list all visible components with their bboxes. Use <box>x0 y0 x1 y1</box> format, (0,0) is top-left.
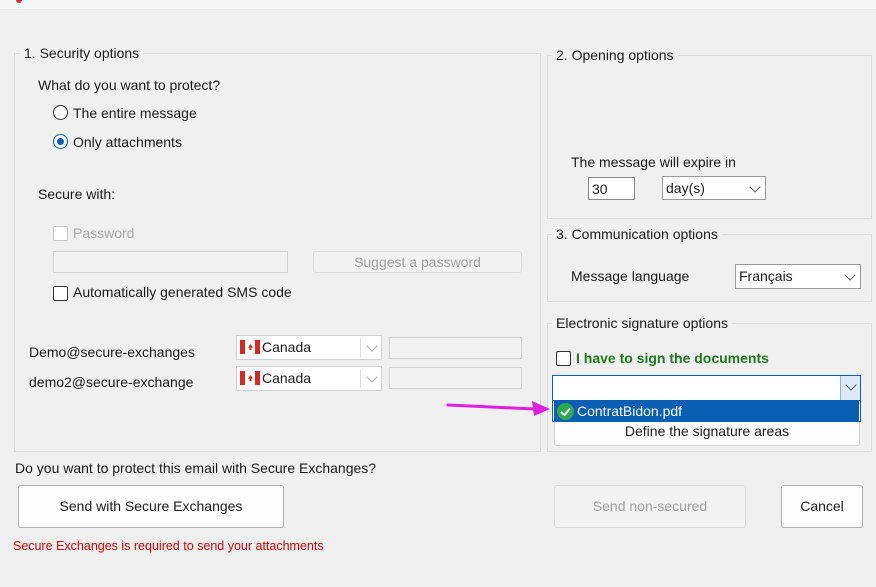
opening-options-title: 2. Opening options <box>552 47 678 63</box>
cancel-button[interactable]: Cancel <box>781 485 863 528</box>
expire-value-input[interactable]: 30 <box>588 177 635 200</box>
dropdown-option-contratbidon[interactable]: ContratBidon.pdf <box>554 401 859 421</box>
protect-email-question: Do you want to protect this email with S… <box>15 460 377 476</box>
language-label: Message language <box>571 268 690 284</box>
option-label: ContratBidon.pdf <box>577 403 683 419</box>
radio-entire-message-label[interactable]: The entire message <box>73 105 197 121</box>
sign-documents-label: I have to sign the documents <box>576 350 769 366</box>
recipient-email: Demo@secure-exchanges <box>29 344 195 360</box>
recipient-email: demo2@secure-exchange <box>29 374 194 390</box>
language-value: Français <box>739 268 793 284</box>
canada-flag-icon <box>240 371 260 385</box>
dropdown-button[interactable] <box>840 376 860 400</box>
dropdown-option-list: ContratBidon.pdf <box>552 400 861 422</box>
signature-options-title: Electronic signature options <box>552 315 732 331</box>
sign-documents-checkbox[interactable] <box>556 351 571 366</box>
expire-unit-select[interactable]: day(s) <box>662 176 766 200</box>
check-circle-icon <box>557 403 574 420</box>
canada-flag-icon <box>240 340 260 354</box>
recipient-phone-field[interactable] <box>389 337 522 359</box>
recipient-country-select[interactable]: Canada <box>236 366 382 391</box>
annotation-arrow-icon <box>446 401 550 416</box>
sms-label: Automatically generated SMS code <box>73 284 292 300</box>
chevron-down-icon <box>845 379 857 391</box>
send-non-secured-button[interactable]: Send non-secured <box>554 485 746 528</box>
expire-label: The message will expire in <box>571 154 736 170</box>
protect-question: What do you want to protect? <box>38 77 221 93</box>
chevron-down-icon <box>749 181 761 193</box>
recipient-phone-field[interactable] <box>389 367 522 389</box>
sms-checkbox[interactable] <box>53 286 68 301</box>
country-label: Canada <box>262 339 312 355</box>
send-secure-button[interactable]: Send with Secure Exchanges <box>18 485 284 528</box>
chevron-down-icon <box>366 371 378 383</box>
radio-entire-message[interactable] <box>53 105 68 120</box>
communication-options-title: 3. Communication options <box>552 226 722 242</box>
language-select[interactable]: Français <box>735 264 861 289</box>
chevron-down-icon <box>844 269 856 281</box>
password-field[interactable] <box>53 251 288 273</box>
attachments-warning: Secure Exchanges is required to send you… <box>13 539 324 553</box>
chevron-down-icon <box>366 340 378 352</box>
expire-unit-value: day(s) <box>666 180 705 196</box>
recipient-country-select[interactable]: Canada <box>236 335 382 360</box>
dropdown-divider <box>360 369 361 388</box>
radio-only-attachments[interactable] <box>53 134 68 149</box>
expire-value: 30 <box>592 181 608 197</box>
password-checkbox[interactable] <box>53 226 68 241</box>
suggest-password-button[interactable]: Suggest a password <box>313 251 522 273</box>
password-label: Password <box>73 225 135 241</box>
dropdown-divider <box>360 338 361 357</box>
secure-with-label: Secure with: <box>38 186 116 202</box>
document-dropdown[interactable] <box>552 375 861 401</box>
radio-only-attachments-label[interactable]: Only attachments <box>73 134 182 150</box>
country-label: Canada <box>262 370 312 386</box>
title-bar <box>0 0 876 10</box>
security-options-title: 1. Security options <box>20 45 144 61</box>
